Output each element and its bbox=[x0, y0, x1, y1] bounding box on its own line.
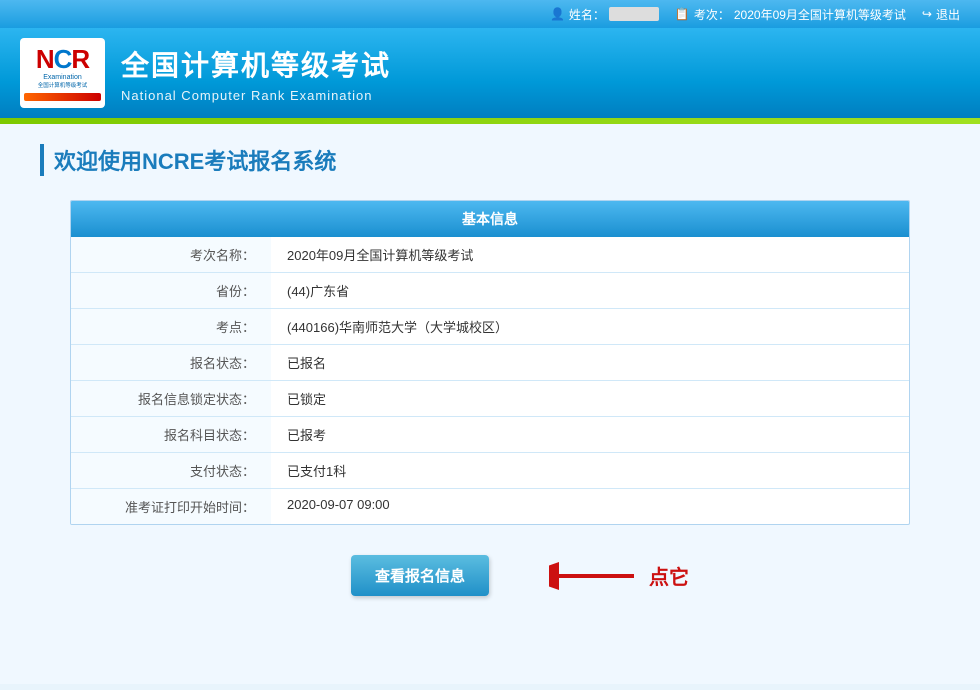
logo: NCR Examination 全国计算机等级考试 bbox=[20, 38, 105, 108]
row-label: 省份： bbox=[71, 273, 271, 308]
table-row: 省份：(44)广东省 bbox=[71, 273, 909, 309]
table-row: 报名信息锁定状态：已锁定 bbox=[71, 381, 909, 417]
exam-value: 2020年09月全国计算机等级考试 bbox=[734, 6, 906, 23]
logo-ncr-text: NCR bbox=[36, 46, 89, 72]
header: NCR Examination 全国计算机等级考试 全国计算机等级考试 Nati… bbox=[0, 28, 980, 118]
user-icon: 👤 bbox=[550, 7, 565, 21]
basic-info-table: 基本信息 考次名称：2020年09月全国计算机等级考试省份：(44)广东省考点：… bbox=[70, 200, 910, 525]
exam-name-item: 📋 考次： 2020年09月全国计算机等级考试 bbox=[675, 6, 906, 23]
row-label: 支付状态： bbox=[71, 453, 271, 488]
main-content: 欢迎使用NCRE考试报名系统 基本信息 考次名称：2020年09月全国计算机等级… bbox=[0, 124, 980, 684]
exam-label: 考次： bbox=[694, 6, 730, 23]
exam-icon: 📋 bbox=[675, 7, 690, 21]
row-label: 考次名称： bbox=[71, 237, 271, 272]
view-registration-button[interactable]: 查看报名信息 bbox=[351, 555, 489, 596]
table-row: 考次名称：2020年09月全国计算机等级考试 bbox=[71, 237, 909, 273]
logo-full-name: 全国计算机等级考试 bbox=[38, 81, 88, 89]
user-name-item: 👤 姓名： bbox=[550, 6, 659, 23]
row-value: 已报考 bbox=[271, 417, 909, 452]
table-row: 准考证打印开始时间：2020-09-07 09:00 bbox=[71, 489, 909, 524]
row-value: 2020年09月全国计算机等级考试 bbox=[271, 237, 909, 272]
header-title: 全国计算机等级考试 bbox=[121, 44, 391, 84]
logo-bottom-bar bbox=[24, 93, 101, 101]
button-area: 查看报名信息 点它 bbox=[40, 555, 940, 596]
row-value: 已报名 bbox=[271, 345, 909, 380]
row-value: (44)广东省 bbox=[271, 273, 909, 308]
table-row: 报名状态：已报名 bbox=[71, 345, 909, 381]
logout-label[interactable]: 退出 bbox=[936, 6, 960, 23]
row-label: 考点： bbox=[71, 309, 271, 344]
info-table-header: 基本信息 bbox=[71, 201, 909, 237]
name-value bbox=[609, 7, 659, 21]
header-subtitle: National Computer Rank Examination bbox=[121, 88, 391, 103]
row-value: 2020-09-07 09:00 bbox=[271, 489, 909, 524]
arrow-icon bbox=[549, 556, 639, 596]
row-label: 报名状态： bbox=[71, 345, 271, 380]
header-text: 全国计算机等级考试 National Computer Rank Examina… bbox=[121, 44, 391, 103]
row-label: 准考证打印开始时间： bbox=[71, 489, 271, 524]
logout-icon: ↪ bbox=[922, 7, 932, 21]
table-row: 报名科目状态：已报考 bbox=[71, 417, 909, 453]
top-bar: 👤 姓名： 📋 考次： 2020年09月全国计算机等级考试 ↪ 退出 bbox=[0, 0, 980, 28]
row-label: 报名信息锁定状态： bbox=[71, 381, 271, 416]
logo-exam-label: Examination bbox=[43, 74, 82, 81]
row-value: 已支付1科 bbox=[271, 453, 909, 488]
welcome-title: 欢迎使用NCRE考试报名系统 bbox=[40, 144, 940, 176]
row-value: 已锁定 bbox=[271, 381, 909, 416]
row-value: (440166)华南师范大学（大学城校区） bbox=[271, 309, 909, 344]
annotation-text: 点它 bbox=[649, 561, 689, 590]
name-label: 姓名： bbox=[569, 6, 605, 23]
table-row: 考点：(440166)华南师范大学（大学城校区） bbox=[71, 309, 909, 345]
annotation-area: 点它 bbox=[549, 556, 689, 596]
logout-item[interactable]: ↪ 退出 bbox=[922, 6, 960, 23]
row-label: 报名科目状态： bbox=[71, 417, 271, 452]
table-row: 支付状态：已支付1科 bbox=[71, 453, 909, 489]
